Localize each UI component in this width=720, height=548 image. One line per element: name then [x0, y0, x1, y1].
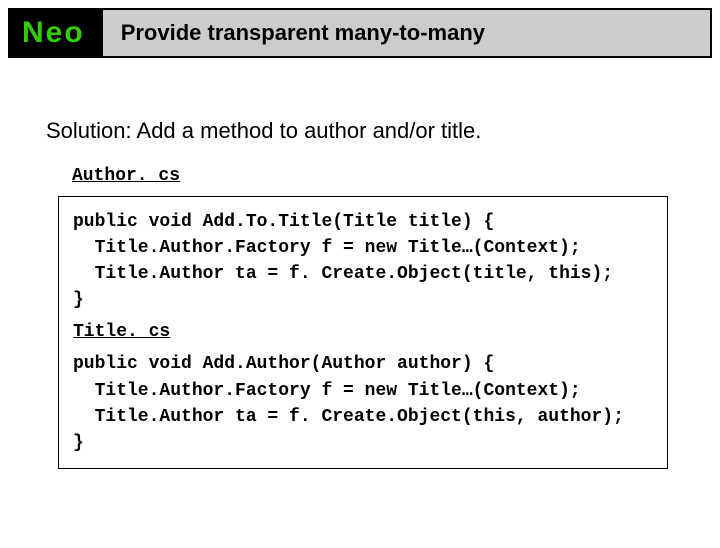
slide-header: Neo Provide transparent many-to-many — [8, 8, 712, 58]
file-label-author: Author. cs — [72, 166, 680, 186]
code-line: Title.Author ta = f. Create.Object(title… — [73, 264, 613, 284]
file-label-title: Title. cs — [73, 319, 653, 345]
slide-title: Provide transparent many-to-many — [121, 20, 485, 46]
logo-text: Neo — [22, 16, 85, 49]
slide-title-box: Provide transparent many-to-many — [103, 10, 710, 56]
code-line: } — [73, 433, 84, 453]
code-line: Title.Author ta = f. Create.Object(this,… — [73, 407, 624, 427]
code-box: public void Add.To.Title(Title title) { … — [58, 196, 668, 469]
logo-box: Neo — [10, 10, 103, 56]
slide-content: Solution: Add a method to author and/or … — [0, 58, 720, 469]
code-line: Title.Author.Factory f = new Title…(Cont… — [73, 238, 581, 258]
solution-text: Solution: Add a method to author and/or … — [46, 118, 680, 144]
code-line: Title.Author.Factory f = new Title…(Cont… — [73, 381, 581, 401]
code-line: public void Add.Author(Author author) { — [73, 354, 494, 374]
code-line: public void Add.To.Title(Title title) { — [73, 212, 494, 232]
code-line: } — [73, 290, 84, 310]
